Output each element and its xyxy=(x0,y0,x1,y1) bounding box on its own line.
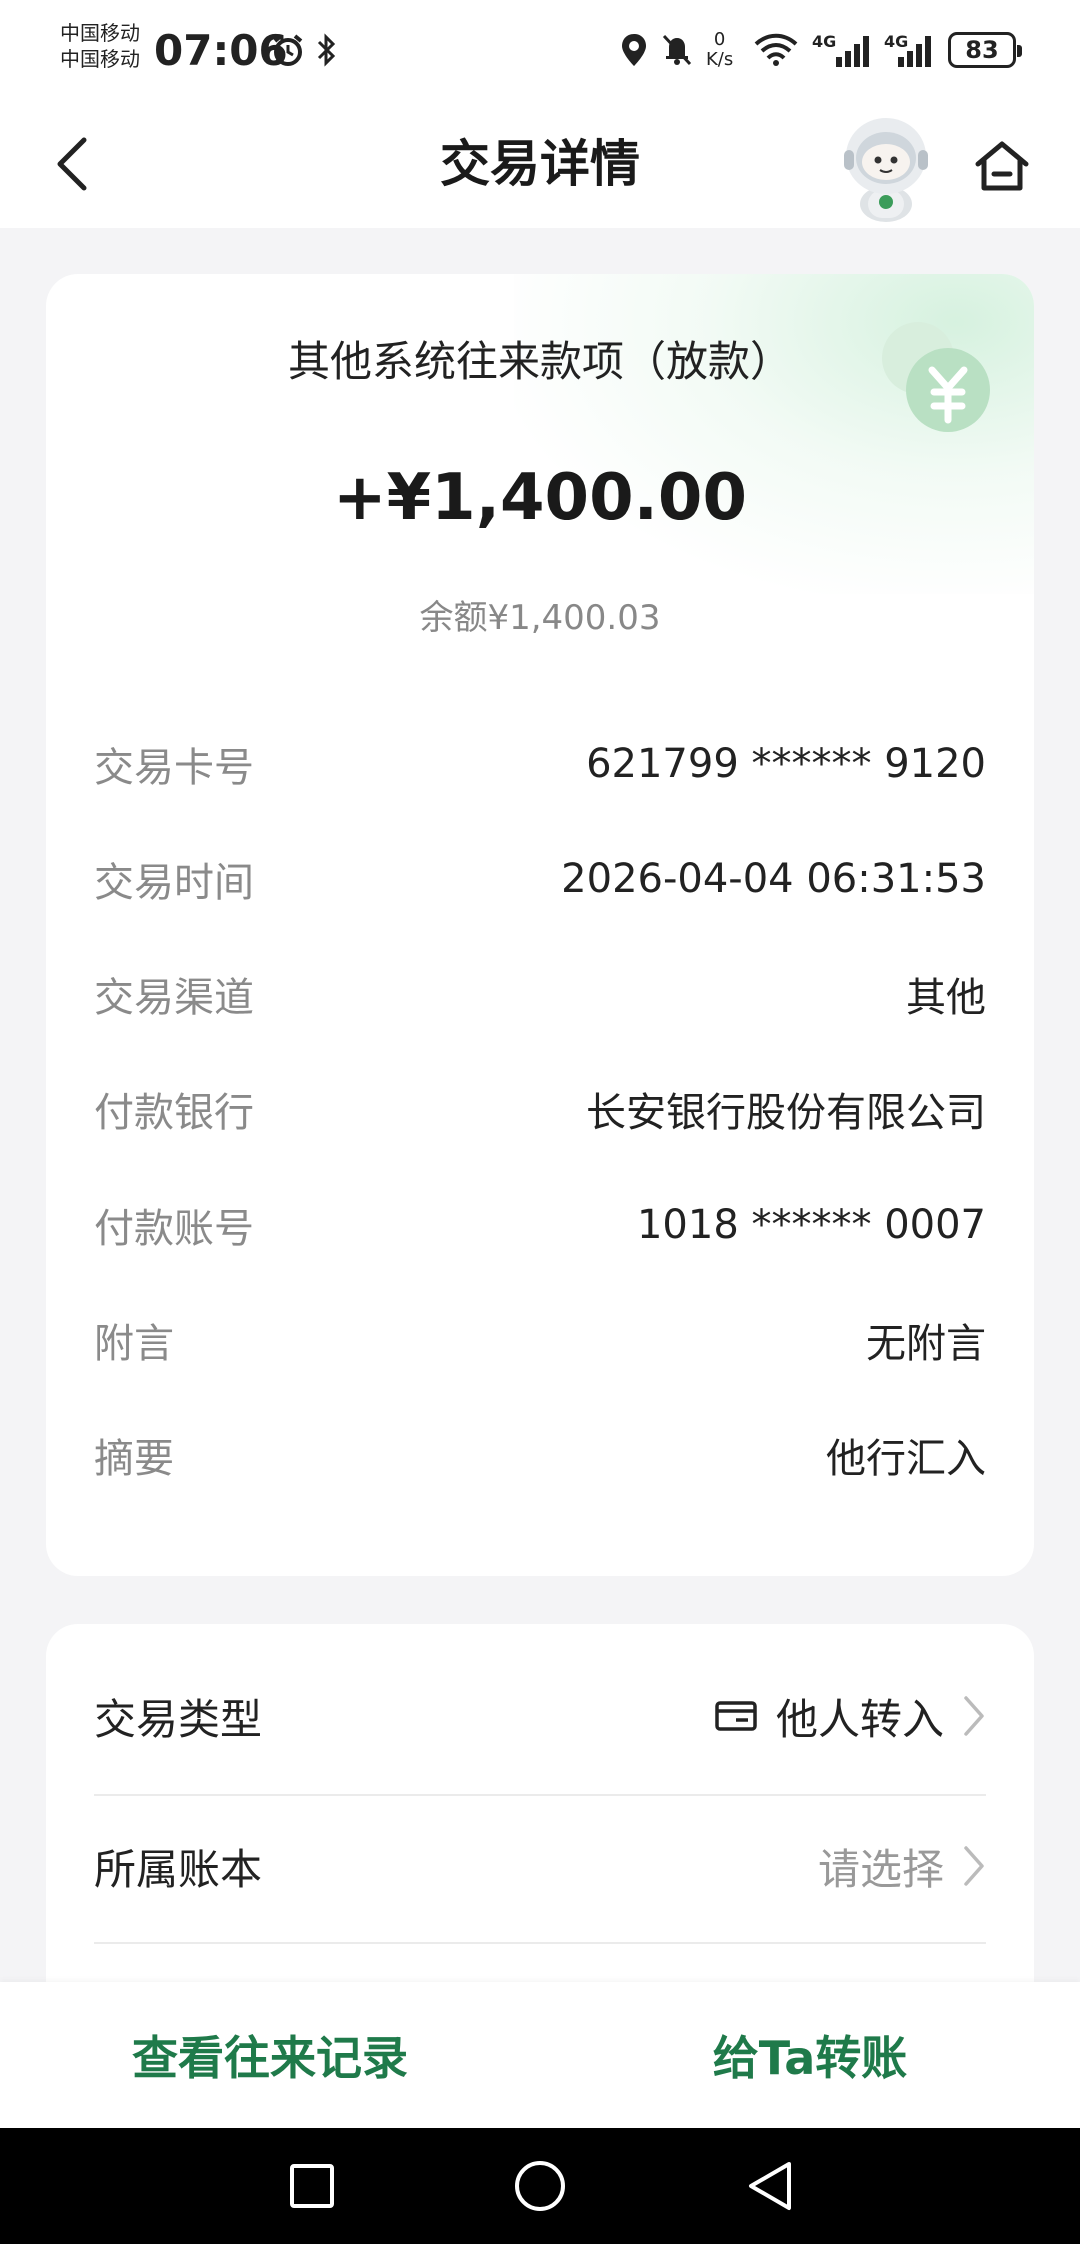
carrier-labels: 中国移动 中国移动 xyxy=(60,20,140,72)
account-balance: 余额¥1,400.03 xyxy=(419,598,661,638)
ledger-row[interactable]: 所属账本 请选择 xyxy=(94,1792,986,1940)
alarm-icon xyxy=(270,30,306,70)
signal-1-label: 4G xyxy=(812,32,837,51)
detail-label: 附言 xyxy=(94,1321,174,1367)
signal-icon-2 xyxy=(896,30,936,70)
detail-row-memo: 附言 无附言 xyxy=(94,1310,986,1370)
status-bar: 中国移动 中国移动 07:06 0 K/s 4G 4G 83 xyxy=(0,0,1080,104)
detail-row-payer-account: 付款账号 1018 ****** 0007 xyxy=(94,1195,986,1255)
circle-icon xyxy=(515,2161,565,2211)
ledger-label: 所属账本 xyxy=(94,1844,263,1894)
transfer-button[interactable]: 给Ta转账 xyxy=(540,1982,1080,2128)
divider xyxy=(94,1942,986,1944)
transaction-type-row[interactable]: 交易类型 他人转入 xyxy=(94,1642,986,1790)
mute-icon xyxy=(660,30,694,70)
triangle-back-icon xyxy=(749,2162,791,2210)
wallet-icon xyxy=(715,1701,757,1731)
transaction-amount: +¥1,400.00 xyxy=(333,461,747,535)
system-nav-bar xyxy=(0,2128,1080,2244)
detail-row-card-number: 交易卡号 621799 ****** 9120 xyxy=(94,734,986,794)
options-card: 交易类型 他人转入 所属账本 请选择 xyxy=(46,1624,1034,2024)
status-time: 07:06 xyxy=(154,26,288,75)
carrier-2: 中国移动 xyxy=(60,47,140,71)
net-speed-value: 0 xyxy=(713,29,726,50)
home-icon xyxy=(975,141,1029,191)
chevron-right-icon xyxy=(964,1696,984,1736)
net-speed-unit: K/s xyxy=(706,49,734,70)
detail-value: 2026-04-04 06:31:53 xyxy=(561,856,986,902)
detail-value: 无附言 xyxy=(866,1321,986,1367)
detail-label: 交易渠道 xyxy=(94,975,254,1021)
wifi-icon xyxy=(754,30,798,70)
app-header: 交易详情 xyxy=(0,104,1080,228)
detail-value: 他行汇入 xyxy=(826,1436,986,1482)
transaction-card: 其他系统往来款项（放款） +¥1,400.00 余额¥1,400.03 交易卡号… xyxy=(46,274,1034,1576)
detail-label: 付款银行 xyxy=(94,1090,254,1136)
detail-label: 交易时间 xyxy=(94,860,254,906)
net-speed: 0 K/s xyxy=(706,30,733,70)
ledger-value: 请选择 xyxy=(817,1844,944,1894)
detail-value: 长安银行股份有限公司 xyxy=(586,1090,986,1136)
detail-value: 621799 ****** 9120 xyxy=(586,741,986,787)
detail-row-summary: 摘要 他行汇入 xyxy=(94,1425,986,1485)
detail-row-time: 交易时间 2026-04-04 06:31:53 xyxy=(94,849,986,909)
home-button[interactable] xyxy=(968,134,1036,198)
action-bar: 查看往来记录 给Ta转账 xyxy=(0,1982,1080,2128)
detail-value: 1018 ****** 0007 xyxy=(636,1202,986,1248)
ledger-value-group: 请选择 xyxy=(818,1836,986,1897)
view-records-button[interactable]: 查看往来记录 xyxy=(0,1982,540,2128)
back-nav-button[interactable] xyxy=(740,2156,800,2216)
home-nav-button[interactable] xyxy=(510,2156,570,2216)
signal-icon xyxy=(834,30,874,70)
detail-value: 其他 xyxy=(906,975,986,1021)
transaction-title: 其他系统往来款项（放款） xyxy=(287,337,792,386)
bluetooth-icon xyxy=(314,30,340,70)
detail-row-channel: 交易渠道 其他 xyxy=(94,964,986,1024)
battery-level: 83 xyxy=(965,36,999,64)
square-icon xyxy=(290,2164,334,2208)
recents-button[interactable] xyxy=(282,2156,342,2216)
location-icon xyxy=(618,30,650,70)
chevron-right-icon xyxy=(964,1846,984,1886)
detail-row-payer-bank: 付款银行 长安银行股份有限公司 xyxy=(94,1079,986,1139)
detail-label: 摘要 xyxy=(94,1436,174,1482)
detail-label: 付款账号 xyxy=(94,1206,254,1252)
assistant-mascot-icon[interactable] xyxy=(838,114,934,222)
detail-label: 交易卡号 xyxy=(94,745,254,791)
transaction-type-value: 他人转入 xyxy=(775,1694,944,1744)
carrier-1: 中国移动 xyxy=(60,21,140,45)
battery-icon: 83 xyxy=(948,32,1022,68)
transaction-type-value-group: 他人转入 xyxy=(714,1686,986,1747)
transaction-type-label: 交易类型 xyxy=(94,1694,263,1744)
